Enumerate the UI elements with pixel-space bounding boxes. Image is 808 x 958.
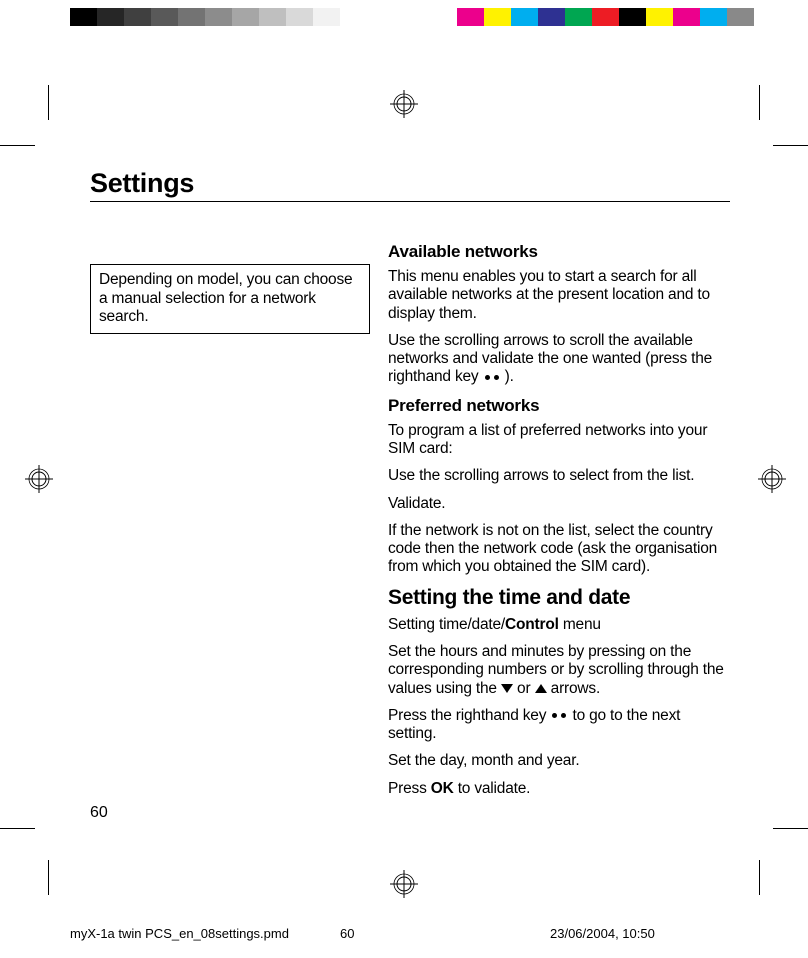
sidebar-column: Depending on model, you can choose a man… xyxy=(90,242,370,807)
up-arrow-icon xyxy=(535,684,547,693)
two-dots-icon xyxy=(550,707,568,724)
crop-mark xyxy=(48,85,49,120)
color-swatch xyxy=(457,8,484,26)
down-arrow-icon xyxy=(501,684,513,693)
body-text-part: to validate. xyxy=(454,780,531,797)
body-text-part: menu xyxy=(559,616,601,633)
color-swatch xyxy=(430,8,457,26)
color-bar-process xyxy=(430,8,754,26)
body-text-part: or xyxy=(513,680,535,697)
crop-mark xyxy=(0,828,35,829)
footer-date: 23/06/2004, 10:50 xyxy=(550,926,655,941)
two-dots-icon xyxy=(483,368,501,385)
color-swatch xyxy=(484,8,511,26)
color-swatch xyxy=(205,8,232,26)
color-swatch xyxy=(619,8,646,26)
color-swatch xyxy=(538,8,565,26)
footer-filename: myX-1a twin PCS_en_08settings.pmd xyxy=(70,926,340,941)
color-swatch xyxy=(178,8,205,26)
body-text-part: Setting time/date/ xyxy=(388,616,505,633)
color-swatch xyxy=(70,8,97,26)
body-text: Press the righthand key to go to the nex… xyxy=(388,707,730,744)
crop-mark xyxy=(773,828,808,829)
body-text: To program a list of preferred networks … xyxy=(388,422,730,459)
color-swatch xyxy=(340,8,367,26)
registration-mark-icon xyxy=(758,465,786,493)
body-text-part: Press the righthand key xyxy=(388,707,550,724)
body-text: Setting time/date/Control menu xyxy=(388,616,730,634)
color-swatch xyxy=(511,8,538,26)
color-swatch xyxy=(646,8,673,26)
body-text: Set the day, month and year. xyxy=(388,752,730,770)
crop-mark xyxy=(759,860,760,895)
page-title: Settings xyxy=(90,168,730,202)
page-content: Settings Depending on model, you can cho… xyxy=(90,168,730,807)
color-swatch xyxy=(286,8,313,26)
section-heading-timedate: Setting the time and date xyxy=(388,586,730,610)
footer-page: 60 xyxy=(340,926,550,941)
color-swatch xyxy=(700,8,727,26)
color-bar-grayscale xyxy=(70,8,367,26)
body-text: Use the scrolling arrows to scroll the a… xyxy=(388,332,730,387)
color-swatch xyxy=(673,8,700,26)
color-swatch xyxy=(124,8,151,26)
bold-text: Control xyxy=(505,616,559,633)
registration-mark-icon xyxy=(25,465,53,493)
body-text: Validate. xyxy=(388,495,730,513)
body-text: Set the hours and minutes by pressing on… xyxy=(388,643,730,698)
color-swatch xyxy=(259,8,286,26)
page-number: 60 xyxy=(90,804,108,822)
body-text-part: arrows. xyxy=(547,680,601,697)
color-swatch xyxy=(151,8,178,26)
registration-mark-icon xyxy=(390,90,418,118)
crop-mark xyxy=(48,860,49,895)
color-swatch xyxy=(565,8,592,26)
crop-mark xyxy=(773,145,808,146)
crop-mark xyxy=(759,85,760,120)
section-heading-available: Available networks xyxy=(388,242,730,262)
body-text: Use the scrolling arrows to select from … xyxy=(388,467,730,485)
color-swatch xyxy=(313,8,340,26)
main-column: Available networks This menu enables you… xyxy=(388,242,730,807)
bold-text: OK xyxy=(431,780,454,797)
body-text: If the network is not on the list, selec… xyxy=(388,522,730,577)
color-swatch xyxy=(727,8,754,26)
body-text: Press OK to validate. xyxy=(388,780,730,798)
sidebar-note: Depending on model, you can choose a man… xyxy=(90,264,370,334)
color-swatch xyxy=(97,8,124,26)
body-text: This menu enables you to start a search … xyxy=(388,268,730,323)
registration-mark-icon xyxy=(390,870,418,898)
footer: myX-1a twin PCS_en_08settings.pmd 60 23/… xyxy=(70,926,740,941)
color-swatch xyxy=(232,8,259,26)
section-heading-preferred: Preferred networks xyxy=(388,396,730,416)
body-text-part: ). xyxy=(501,368,514,385)
crop-mark xyxy=(0,145,35,146)
body-text-part: Press xyxy=(388,780,431,797)
color-swatch xyxy=(592,8,619,26)
body-text-part: Use the scrolling arrows to scroll the a… xyxy=(388,332,712,386)
